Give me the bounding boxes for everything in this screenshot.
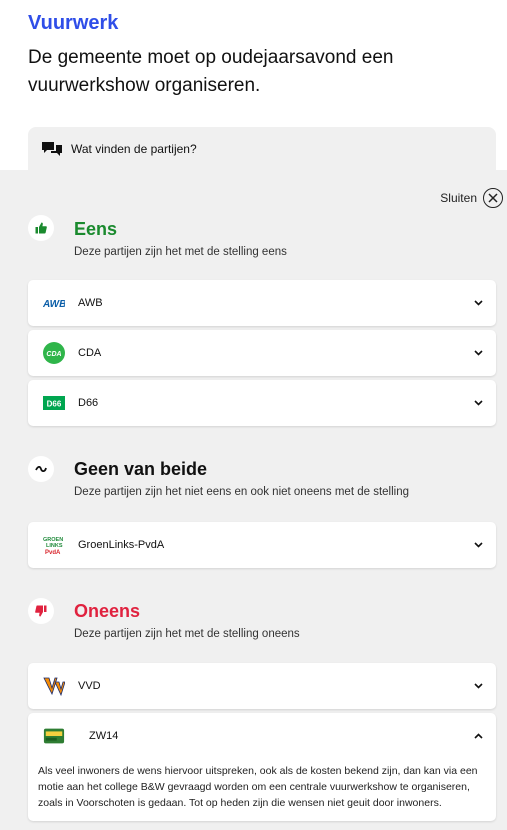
chat-bubbles-icon xyxy=(42,141,62,156)
party-header-zw14[interactable]: ZW14 xyxy=(28,713,496,759)
thumbs-down-icon xyxy=(28,598,54,624)
parties-opinions-label: Wat vinden de partijen? xyxy=(71,141,197,156)
party-item-d66[interactable]: D66 D66 xyxy=(28,380,496,426)
tilde-icon xyxy=(28,456,54,482)
party-explanation: Als veel inwoners de wens hiervoor uitsp… xyxy=(38,765,478,809)
party-name: ZW14 xyxy=(89,730,119,742)
category-title-agree: Eens xyxy=(74,219,118,239)
parties-panel: Sluiten Eens Deze partijen zijn het met … xyxy=(0,170,507,830)
party-name: GroenLinks-PvdA xyxy=(78,539,165,551)
party-item-groenlinks-pvda[interactable]: GROEN LINKS PvdA GroenLinks-PvdA xyxy=(28,522,496,568)
party-item-cda[interactable]: CDA CDA xyxy=(28,330,496,376)
chevron-up-icon xyxy=(474,733,483,739)
svg-text:AWB: AWB xyxy=(43,299,65,309)
svg-text:CDA: CDA xyxy=(46,351,61,358)
close-button[interactable]: Sluiten xyxy=(440,188,503,208)
chevron-down-icon xyxy=(474,350,483,356)
chevron-down-icon xyxy=(474,300,483,306)
chevron-down-icon xyxy=(474,683,483,689)
statement-text: De gemeente moet op oudejaarsavond een v… xyxy=(28,47,394,96)
category-title-neutral: Geen van beide xyxy=(74,459,208,479)
thumbs-up-icon xyxy=(28,215,54,241)
party-name: D66 xyxy=(78,397,99,409)
party-name: VVD xyxy=(78,680,101,692)
category-description-neutral: Deze partijen zijn het niet eens en ook … xyxy=(74,486,409,498)
svg-text:LINKS: LINKS xyxy=(46,543,63,549)
party-item-vvd[interactable]: VVD xyxy=(28,663,496,709)
parties-opinions-toggle[interactable]: Wat vinden de partijen? xyxy=(28,127,496,170)
vvd-logo xyxy=(43,675,65,697)
close-label: Sluiten xyxy=(440,191,477,205)
chevron-down-icon xyxy=(474,542,483,548)
party-item-awb[interactable]: AWB AWB xyxy=(28,280,496,326)
category-title-disagree: Oneens xyxy=(74,601,141,621)
zw14-logo xyxy=(43,725,65,747)
category-description-agree: Deze partijen zijn het met de stelling e… xyxy=(74,246,287,258)
close-icon[interactable] xyxy=(483,188,503,208)
party-name: AWB xyxy=(78,297,103,309)
party-name: CDA xyxy=(78,347,102,359)
awb-logo: AWB xyxy=(43,292,65,314)
svg-text:PvdA: PvdA xyxy=(45,550,61,556)
topic-title: Vuurwerk xyxy=(28,12,119,34)
cda-logo: CDA xyxy=(43,342,65,364)
category-description-disagree: Deze partijen zijn het met de stelling o… xyxy=(74,628,300,640)
d66-logo: D66 xyxy=(43,392,65,414)
party-item-zw14: ZW14 Als veel inwoners de wens hiervoor … xyxy=(28,713,496,821)
chevron-down-icon xyxy=(474,400,483,406)
groenlinks-pvda-logo: GROEN LINKS PvdA xyxy=(43,534,65,556)
svg-text:D66: D66 xyxy=(47,400,62,409)
